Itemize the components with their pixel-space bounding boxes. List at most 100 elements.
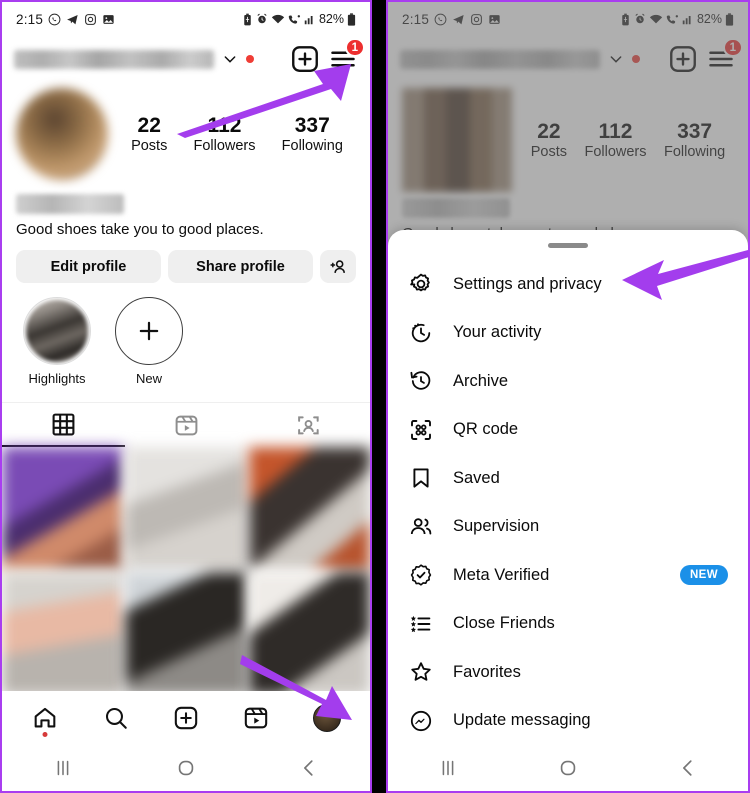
tab-grid[interactable] <box>2 403 125 447</box>
wifi-icon <box>271 13 285 25</box>
profile-tabs <box>2 402 370 447</box>
post-thumb[interactable] <box>125 572 247 695</box>
archive-icon <box>408 368 434 394</box>
stat-posts-label: Posts <box>131 138 168 155</box>
nav-home[interactable] <box>22 698 68 738</box>
stat-followers[interactable]: 112 Followers <box>193 114 255 155</box>
telegram-icon <box>66 13 79 26</box>
menu-item-label: Supervision <box>453 517 540 536</box>
hamburger-menu-button[interactable]: 1 <box>328 38 365 74</box>
android-system-navigation <box>388 745 748 791</box>
stat-posts-value: 22 <box>537 119 561 143</box>
stat-following-label: Following <box>663 144 726 161</box>
menu-item-meta-verified[interactable]: Meta Verified NEW <box>388 551 748 600</box>
home-circle-icon[interactable] <box>538 757 598 779</box>
story-highlights: Highlights New <box>2 283 370 386</box>
add-post-button[interactable] <box>668 44 698 74</box>
battery-percent-label: 82% <box>318 12 344 26</box>
recents-icon[interactable] <box>418 757 478 779</box>
menu-list: Settings and privacy Your activity Archi… <box>388 248 748 745</box>
profile-stats: 22 Posts 112 Followers 337 Following <box>108 114 356 155</box>
menu-item-label: Close Friends <box>453 614 555 633</box>
menu-item-close-friends[interactable]: Close Friends <box>388 600 748 649</box>
highlight-cover <box>23 297 91 365</box>
close-friends-icon <box>408 611 434 637</box>
status-bar: 2:15 82% <box>2 2 370 36</box>
menu-item-archive[interactable]: Archive <box>388 357 748 406</box>
stat-following[interactable]: 337 Following <box>282 114 343 155</box>
instagram-header: 1 <box>388 36 748 82</box>
menu-item-favorites[interactable]: Favorites <box>388 648 748 697</box>
instagram-icon <box>470 13 483 26</box>
stat-following-value: 337 <box>294 113 330 137</box>
status-bar-time: 2:15 <box>16 11 44 27</box>
signal-icon <box>304 13 316 25</box>
post-thumb[interactable] <box>2 447 124 570</box>
instagram-header: 1 <box>2 36 370 82</box>
phone-screen-profile: 2:15 82% 1 22 Posts 112 Followers 337 Fo… <box>0 0 372 793</box>
menu-bottom-sheet: Settings and privacy Your activity Archi… <box>388 230 748 791</box>
people-icon <box>408 514 434 540</box>
chevron-down-icon[interactable] <box>222 51 238 67</box>
username-label <box>400 49 600 69</box>
profile-avatar-icon <box>312 704 341 732</box>
menu-item-settings-and-privacy[interactable]: Settings and privacy <box>388 260 748 309</box>
stat-followers-label: Followers <box>584 144 647 161</box>
stat-followers-value: 112 <box>598 119 633 143</box>
signal-icon <box>682 13 694 25</box>
bottom-navigation <box>2 691 370 745</box>
nav-search[interactable] <box>93 698 139 738</box>
stat-followers-value: 112 <box>207 113 242 137</box>
nav-profile[interactable] <box>304 698 350 738</box>
back-chevron-icon[interactable] <box>658 757 718 779</box>
post-thumb[interactable] <box>248 572 370 695</box>
highlight-new[interactable]: New <box>114 297 184 386</box>
nav-create[interactable] <box>163 698 209 738</box>
post-grid <box>2 447 370 695</box>
stat-followers: 112 Followers <box>584 120 646 161</box>
profile-stats: 22 Posts 112 Followers 337 Following <box>512 120 734 161</box>
post-thumb[interactable] <box>2 572 124 695</box>
menu-item-supervision[interactable]: Supervision <box>388 503 748 552</box>
menu-item-label: Your activity <box>453 323 542 342</box>
stat-posts[interactable]: 22 Posts <box>131 114 167 155</box>
stat-following-value: 337 <box>677 119 713 143</box>
profile-summary: 22 Posts 112 Followers 337 Following <box>2 82 370 180</box>
unread-red-dot <box>246 55 254 63</box>
profile-avatar[interactable] <box>16 88 108 180</box>
post-thumb[interactable] <box>248 447 370 570</box>
unread-red-dot <box>632 55 640 63</box>
menu-item-your-activity[interactable]: Your activity <box>388 309 748 358</box>
status-bar: 2:15 82% <box>388 2 748 36</box>
star-icon <box>408 659 434 685</box>
home-circle-icon[interactable] <box>156 757 216 779</box>
menu-item-qr-code[interactable]: QR code <box>388 406 748 455</box>
photos-icon <box>488 13 501 26</box>
tab-reels[interactable] <box>125 403 248 447</box>
wifi-icon <box>649 13 663 25</box>
back-chevron-icon[interactable] <box>279 757 339 779</box>
menu-item-update-messaging[interactable]: Update messaging <box>388 697 748 746</box>
add-person-button[interactable] <box>320 250 356 283</box>
hamburger-menu-button[interactable]: 1 <box>706 38 743 74</box>
battery-icon <box>347 12 356 26</box>
status-bar-time: 2:15 <box>402 11 430 27</box>
tab-tagged[interactable] <box>247 403 370 447</box>
chevron-down-icon[interactable] <box>608 51 624 67</box>
edit-profile-button[interactable]: Edit profile <box>16 250 161 283</box>
post-thumb[interactable] <box>125 447 247 570</box>
battery-percent-label: 82% <box>696 12 722 26</box>
recents-icon[interactable] <box>33 757 93 779</box>
nav-reels[interactable] <box>233 698 279 738</box>
battery-saver-icon <box>242 13 253 26</box>
menu-notification-badge: 1 <box>344 38 365 57</box>
menu-item-label: Favorites <box>453 662 521 681</box>
telegram-icon <box>452 13 465 26</box>
highlight-item[interactable]: Highlights <box>22 297 92 386</box>
menu-item-saved[interactable]: Saved <box>388 454 748 503</box>
stat-posts: 22 Posts <box>531 120 567 161</box>
share-profile-button[interactable]: Share profile <box>168 250 313 283</box>
add-post-button[interactable] <box>290 44 320 74</box>
gear-icon <box>408 271 434 297</box>
screenshot-stage: 2:15 82% 1 22 Posts 112 Followers 337 Fo… <box>0 0 750 793</box>
